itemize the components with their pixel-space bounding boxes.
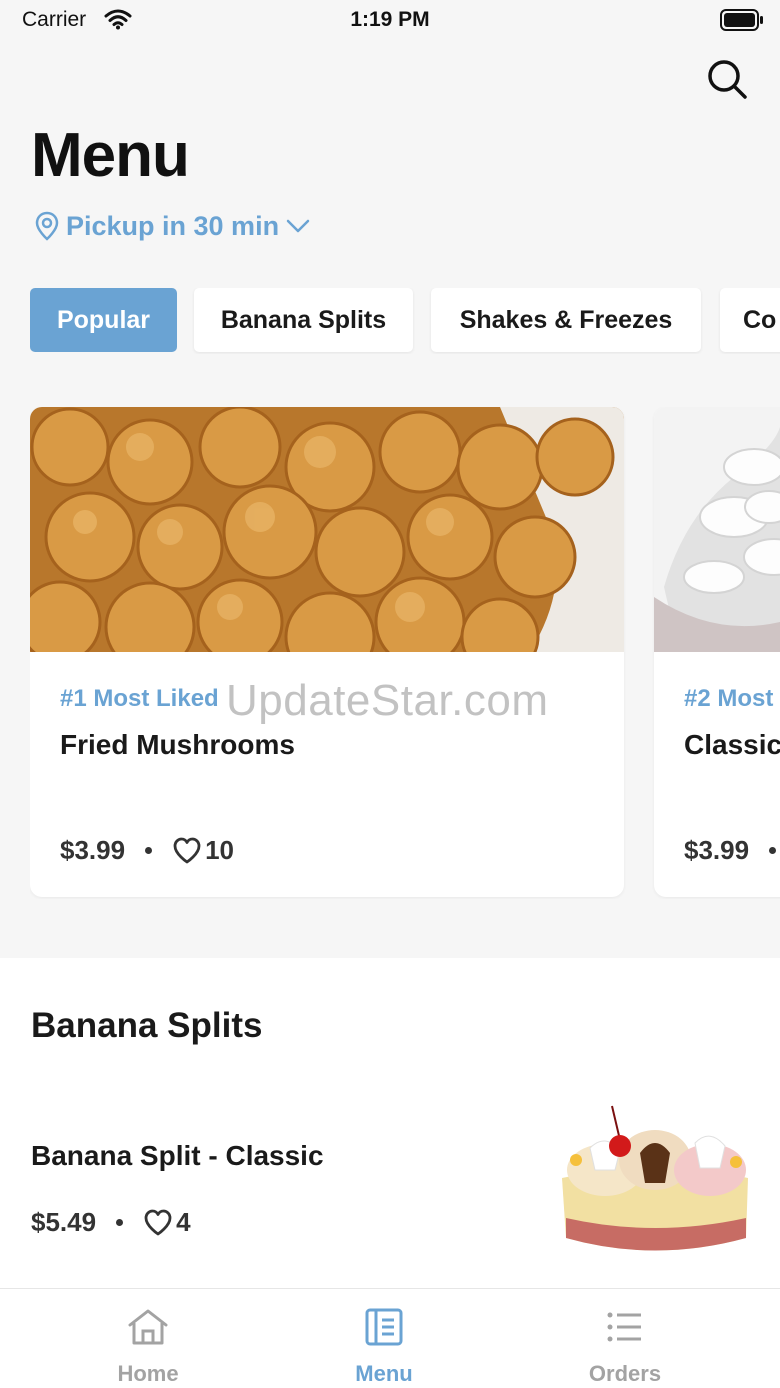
heart-icon (173, 837, 201, 864)
tab-banana-splits[interactable]: Banana Splits (194, 288, 413, 352)
tab-orders[interactable]: Orders (495, 1289, 755, 1388)
heart-icon (144, 1209, 172, 1236)
chevron-down-icon (286, 219, 310, 233)
tab-menu[interactable]: Menu (254, 1289, 514, 1388)
fried-mushrooms-image (30, 407, 624, 652)
popular-carousel: #1 Most Liked Fried Mushrooms $3.99 10 #… (30, 407, 780, 899)
item-meta: $5.49 4 (31, 1207, 191, 1238)
clock: 1:19 PM (350, 8, 430, 31)
menu-book-icon (365, 1308, 403, 1346)
item-price: $5.49 (31, 1207, 97, 1237)
location-pin-icon (35, 211, 59, 241)
card-rank: #2 Most (684, 685, 774, 712)
list-icon (607, 1312, 641, 1342)
page-title: Menu (31, 121, 190, 190)
tab-menu-label: Menu (355, 1361, 413, 1386)
separator-dot (145, 847, 153, 854)
card-price: $3.99 (60, 835, 126, 865)
card-rank: #1 Most Liked (60, 685, 219, 712)
bottom-tab-bar: Home Menu Orders (0, 1288, 780, 1388)
card-title: Fried Mushrooms (60, 729, 295, 760)
status-bar: Carrier 1:19 PM (0, 0, 780, 40)
home-icon (128, 1309, 168, 1345)
freeze-image (654, 407, 780, 652)
watermark: UpdateStar.com (226, 676, 549, 725)
menu-section: Banana Splits Banana Split - Classic $5.… (0, 958, 780, 1298)
tab-orders-label: Orders (588, 1361, 662, 1386)
separator-dot (116, 1219, 124, 1226)
pickup-selector[interactable]: Pickup in 30 min (34, 208, 311, 244)
section-title: Banana Splits (31, 1006, 263, 1045)
banana-split-image (560, 1098, 750, 1258)
popular-card[interactable]: #1 Most Liked Fried Mushrooms $3.99 10 (30, 407, 624, 897)
card-title: Classic (684, 729, 780, 760)
popular-card[interactable]: #2 Most Classic $3.99 (654, 407, 780, 897)
card-likes: 10 (205, 835, 234, 865)
category-tabs: Popular Banana Splits Shakes & Freezes C… (30, 288, 780, 354)
card-meta: $3.99 10 (60, 835, 234, 866)
card-meta: $3.99 (684, 835, 780, 866)
battery-icon (720, 9, 764, 36)
tab-home[interactable]: Home (18, 1289, 278, 1388)
search-icon (708, 60, 747, 99)
tab-home-label: Home (117, 1361, 179, 1386)
tab-more[interactable]: Co (720, 288, 780, 352)
separator-dot (769, 847, 777, 854)
pickup-label: Pickup in 30 min (66, 210, 280, 241)
search-button[interactable] (704, 56, 750, 102)
tab-popular[interactable]: Popular (30, 288, 177, 352)
item-title: Banana Split - Classic (31, 1140, 324, 1171)
item-likes: 4 (176, 1207, 191, 1237)
tab-shakes-freezes[interactable]: Shakes & Freezes (431, 288, 701, 352)
card-price: $3.99 (684, 835, 750, 865)
